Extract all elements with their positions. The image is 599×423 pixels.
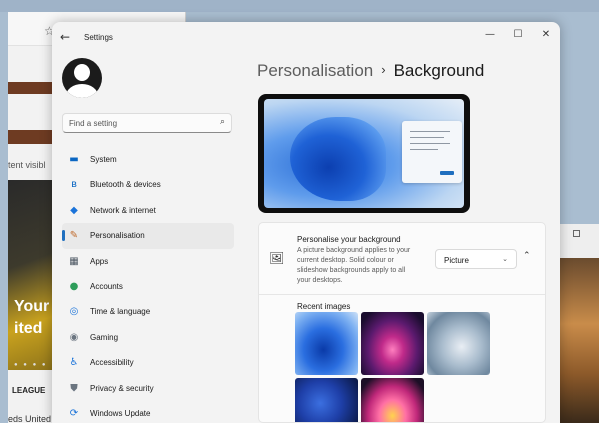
sidebar-item-gaming[interactable]: ◉ Gaming xyxy=(62,325,234,350)
chevron-down-icon: ⌄ xyxy=(502,255,508,263)
bluetooth-icon: ʙ xyxy=(71,179,77,191)
gamepad-icon: ◉ xyxy=(69,331,79,343)
breadcrumb-parent[interactable]: Personalisation xyxy=(257,61,373,80)
chevron-up-icon[interactable]: ⌃ xyxy=(523,251,531,261)
recent-image-thumbnail[interactable] xyxy=(295,312,358,375)
search-input[interactable]: Find a setting ⌕ xyxy=(62,113,232,133)
setting-description: A picture background applies to your cur… xyxy=(297,247,411,284)
hero-headline-line-2: ited xyxy=(14,320,43,337)
sidebar-item-accessibility[interactable]: ♿ Accessibility xyxy=(62,350,234,375)
personalise-background-panel: 🖼 Personalise your background A picture … xyxy=(258,222,546,423)
title-bar[interactable]: ← Settings — ☐ ✕ xyxy=(52,22,560,52)
browser-partial-text: tent visibl xyxy=(8,160,46,170)
maximize-button[interactable]: ☐ xyxy=(504,26,532,44)
background-preview-monitor xyxy=(258,94,470,213)
sidebar-item-label: Bluetooth & devices xyxy=(90,180,161,190)
app-title: Settings xyxy=(84,33,113,42)
sidebar-item-network-internet[interactable]: ◆ Network & internet xyxy=(62,198,234,223)
search-icon[interactable]: ⌕ xyxy=(220,117,225,127)
wallpaper-bloom xyxy=(290,117,386,201)
page-title: Background xyxy=(393,61,485,80)
recent-images-label: Recent images xyxy=(297,302,351,311)
sidebar-item-bluetooth-devices[interactable]: ʙ Bluetooth & devices xyxy=(62,172,234,197)
sidebar-item-time-language[interactable]: ◎ Time & language xyxy=(62,299,234,324)
sidebar-item-windows-update[interactable]: ⟳ Windows Update xyxy=(62,401,234,423)
sidebar-item-label: Windows Update xyxy=(90,408,151,418)
sidebar-nav: ▬ System ʙ Bluetooth & devices ◆ Network & in… xyxy=(62,147,234,423)
desktop-wallpaper xyxy=(0,0,599,12)
sidebar-item-label: Apps xyxy=(90,256,109,266)
sidebar-item-privacy-security[interactable]: ⛊ Privacy & security xyxy=(62,376,234,401)
sidebar-item-personalisation[interactable]: ✎ Personalisation xyxy=(62,223,234,249)
shield-icon: ⛊ xyxy=(70,382,78,394)
monitor-icon: ▬ xyxy=(69,154,79,165)
sidebar-item-label: System xyxy=(90,155,117,164)
globe-icon: ◎ xyxy=(69,306,79,318)
sidebar-item-label: Time & language xyxy=(90,307,151,317)
sidebar-item-system[interactable]: ▬ System xyxy=(62,147,234,172)
picture-icon: 🖼 xyxy=(269,251,285,265)
dropdown-value: Picture xyxy=(444,256,469,265)
section-label: LEAGUE xyxy=(12,386,46,395)
sidebar-item-label: Privacy & security xyxy=(90,383,154,393)
search-placeholder: Find a setting xyxy=(69,119,118,128)
recent-image-thumbnail[interactable] xyxy=(295,378,358,422)
minimize-button[interactable]: — xyxy=(476,26,504,44)
carousel-dots[interactable]: ● ● ● ● xyxy=(14,362,48,368)
sidebar-item-label: Accounts xyxy=(90,281,123,291)
maximize-icon[interactable] xyxy=(573,230,580,237)
background-right-window[interactable] xyxy=(558,224,599,423)
sidebar-item-label: Gaming xyxy=(90,332,119,342)
breadcrumb-separator-icon: › xyxy=(381,62,386,77)
setting-title: Personalise your background xyxy=(297,235,401,244)
preview-window-mockup xyxy=(402,121,462,183)
breadcrumb: Personalisation › Background xyxy=(257,61,484,81)
sidebar-item-apps[interactable]: ▦ Apps xyxy=(62,249,234,274)
accessibility-icon: ♿ xyxy=(69,357,79,369)
background-preview-screen xyxy=(264,99,464,208)
recent-image-thumbnail[interactable] xyxy=(361,378,424,422)
selection-indicator xyxy=(62,230,65,242)
sidebar-item-label: Accessibility xyxy=(90,358,134,368)
avatar-head xyxy=(74,64,90,81)
sidebar-item-accounts[interactable]: ● Accounts xyxy=(62,274,234,299)
news-snippet[interactable]: eds United xyxy=(8,414,51,423)
user-avatar[interactable] xyxy=(62,58,102,98)
settings-window: ← Settings — ☐ ✕ Find a setting ⌕ ▬ Syste… xyxy=(52,22,560,423)
sidebar-item-label: Network & internet xyxy=(90,205,156,215)
background-photo xyxy=(559,258,599,423)
back-arrow-icon[interactable]: ← xyxy=(60,30,70,44)
avatar-body xyxy=(66,84,98,98)
recent-image-thumbnail[interactable] xyxy=(427,312,490,375)
recent-image-thumbnail[interactable] xyxy=(361,312,424,375)
apps-icon: ▦ xyxy=(69,255,79,267)
sidebar-item-label: Personalisation xyxy=(90,231,145,241)
person-icon: ● xyxy=(69,280,79,292)
wifi-icon: ◆ xyxy=(70,204,78,216)
personalise-background-row[interactable]: 🖼 Personalise your background A picture … xyxy=(259,223,545,295)
update-icon: ⟳ xyxy=(69,407,79,419)
background-type-dropdown[interactable]: Picture ⌄ xyxy=(435,249,517,269)
close-button[interactable]: ✕ xyxy=(532,26,560,44)
brush-icon: ✎ xyxy=(69,230,79,242)
hero-headline-line-1: Your xyxy=(14,298,50,315)
